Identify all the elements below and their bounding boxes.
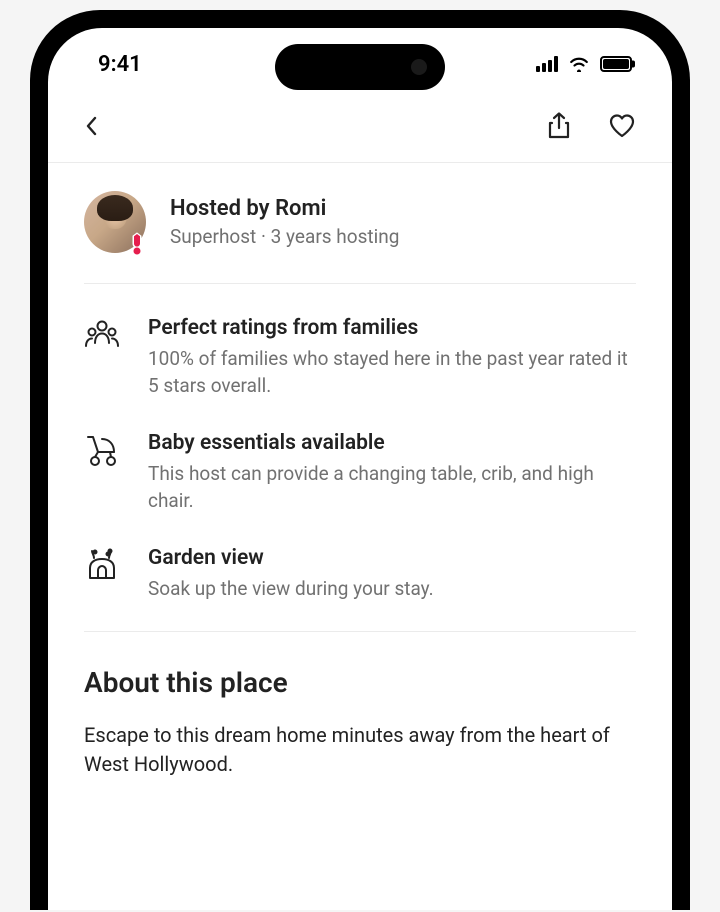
back-button[interactable] [84, 114, 100, 138]
host-section[interactable]: Hosted by Romi Superhost · 3 years hosti… [84, 163, 636, 284]
about-heading: About this place [84, 666, 636, 699]
highlight-item: Perfect ratings from families 100% of fa… [84, 316, 636, 399]
favorite-button[interactable] [608, 113, 636, 139]
highlight-desc: Soak up the view during your stay. [148, 576, 434, 603]
highlights-section: Perfect ratings from families 100% of fa… [84, 284, 636, 632]
status-icons [536, 56, 632, 72]
highlight-title: Baby essentials available [148, 431, 636, 455]
host-title: Hosted by Romi [170, 196, 399, 221]
highlight-item: Baby essentials available This host can … [84, 431, 636, 514]
people-icon [84, 316, 120, 352]
wifi-icon [568, 56, 590, 72]
garden-icon [84, 546, 120, 582]
phone-frame: 9:41 [30, 10, 690, 910]
about-section: About this place Escape to this dream ho… [84, 632, 636, 799]
stroller-icon [84, 431, 120, 467]
superhost-badge-icon [124, 231, 150, 257]
host-subtitle: Superhost · 3 years hosting [170, 225, 399, 248]
highlight-desc: This host can provide a changing table, … [148, 461, 636, 514]
cellular-signal-icon [536, 56, 558, 72]
navigation-bar [48, 88, 672, 163]
status-time: 9:41 [98, 52, 142, 77]
host-avatar [84, 191, 146, 253]
highlight-title: Garden view [148, 546, 434, 570]
dynamic-island [275, 44, 445, 90]
screen: 9:41 [48, 28, 672, 910]
about-body: Escape to this dream home minutes away f… [84, 721, 636, 779]
highlight-desc: 100% of families who stayed here in the … [148, 346, 636, 399]
share-button[interactable] [546, 112, 572, 140]
highlight-title: Perfect ratings from families [148, 316, 636, 340]
highlight-item: Garden view Soak up the view during your… [84, 546, 636, 603]
battery-icon [600, 56, 632, 72]
